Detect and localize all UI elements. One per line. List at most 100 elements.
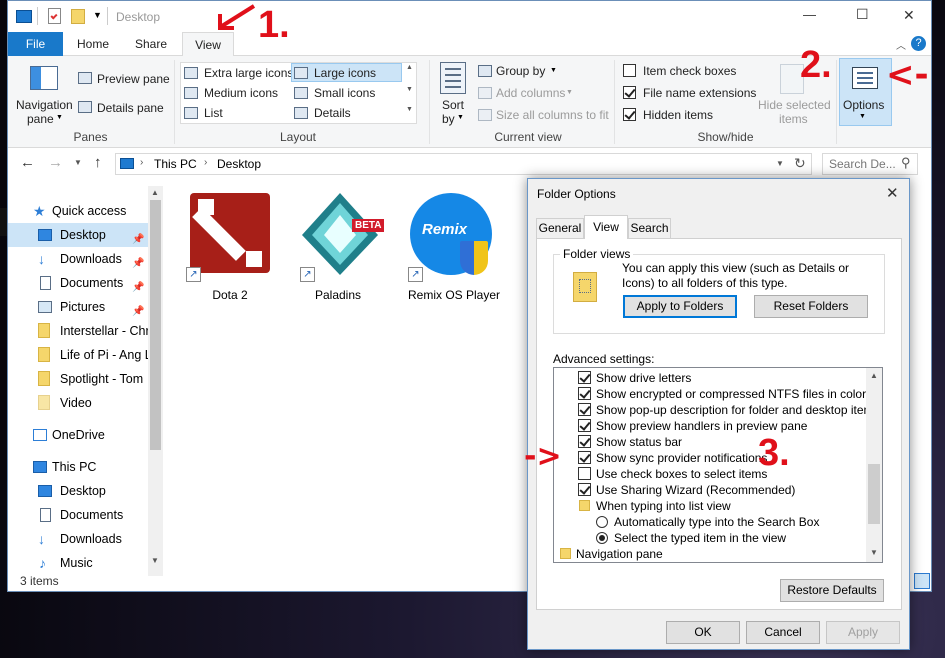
close-button[interactable]: ✕ <box>903 7 915 24</box>
options-icon <box>852 67 878 89</box>
group-by-button[interactable]: Group by <box>496 64 545 78</box>
file-item-remix-os[interactable]: Remix ↗ Remix OS Player <box>396 193 506 303</box>
group-label-layout: Layout <box>279 130 317 144</box>
scroll-down-icon[interactable]: ▼ <box>870 548 878 557</box>
nav-video[interactable]: Video <box>8 391 148 415</box>
forward-arrow-icon[interactable]: → <box>48 154 63 171</box>
preview-pane-icon <box>78 72 92 84</box>
tab-file[interactable]: File <box>8 32 63 56</box>
apply-to-folders-button[interactable]: Apply to Folders <box>623 295 737 318</box>
file-item-dota2[interactable]: ↗ Dota 2 <box>180 193 280 303</box>
group-label-show-hide: Show/hide <box>697 130 754 144</box>
sort-by-button[interactable]: Sort <box>442 98 464 112</box>
nav-this-pc[interactable]: This PC <box>8 455 148 479</box>
hidden-items-checkbox[interactable] <box>623 108 636 121</box>
nav-spotlight[interactable]: Spotlight - Tom <box>8 367 148 391</box>
refresh-icon[interactable]: ↻ <box>794 155 806 172</box>
maximize-button[interactable]: ☐ <box>856 6 869 23</box>
layout-extra-large-icons[interactable]: Extra large icons <box>204 66 293 80</box>
reset-folders-button[interactable]: Reset Folders <box>754 295 868 318</box>
tab-share[interactable]: Share <box>126 32 176 56</box>
advanced-scrollbar[interactable]: ▲ ▼ <box>866 368 882 562</box>
layout-small-icons[interactable]: Small icons <box>314 86 375 100</box>
back-arrow-icon[interactable]: ← <box>20 154 35 171</box>
collapse-ribbon-icon[interactable]: ︿ <box>896 37 906 52</box>
layout-large-icons[interactable]: Large icons <box>314 66 376 80</box>
search-box[interactable]: Search De... ⚲ <box>822 153 918 175</box>
search-input[interactable]: Search De... <box>829 157 896 171</box>
file-item-paladins[interactable]: BETA ↗ Paladins <box>288 193 388 303</box>
help-icon[interactable]: ? <box>911 36 926 51</box>
pin-icon[interactable]: 📌 <box>132 252 144 271</box>
nav-quick-access[interactable]: ★ Quick access <box>8 199 148 223</box>
layout-expand-icon[interactable]: ▼ <box>406 106 413 113</box>
chevron-down-icon: ▼ <box>457 114 464 121</box>
nav-pc-documents[interactable]: Documents <box>8 503 148 527</box>
cancel-button[interactable]: Cancel <box>746 621 820 644</box>
address-bar[interactable]: › This PC › Desktop ▼ ↻ <box>115 153 812 175</box>
paladins-icon <box>302 193 378 275</box>
restore-defaults-button[interactable]: Restore Defaults <box>780 579 884 602</box>
dialog-close-icon[interactable]: ✕ <box>886 184 899 202</box>
nav-life-of-pi[interactable]: Life of Pi - Ang L <box>8 343 148 367</box>
nav-onedrive[interactable]: OneDrive <box>8 423 148 447</box>
nav-documents[interactable]: Documents 📌 <box>8 271 148 295</box>
chevron-down-icon: ▼ <box>859 113 866 120</box>
minimize-button[interactable]: — <box>803 7 816 22</box>
nav-pc-downloads[interactable]: ↓ Downloads <box>8 527 148 551</box>
folder-icon <box>38 347 50 362</box>
item-check-boxes-label: Item check boxes <box>643 64 737 78</box>
nav-scrollbar[interactable]: ▲ ▼ <box>148 186 163 576</box>
ok-button[interactable]: OK <box>666 621 740 644</box>
window-title: Desktop <box>116 10 161 24</box>
nav-pictures[interactable]: Pictures 📌 <box>8 295 148 319</box>
layout-details[interactable]: Details <box>314 106 351 120</box>
layout-scroll-down-icon[interactable]: ▼ <box>406 86 413 93</box>
scroll-up-icon[interactable]: ▲ <box>870 371 878 380</box>
customize-toolbar-icon[interactable]: ▼ <box>93 10 102 20</box>
large-icons-view-icon[interactable] <box>914 573 930 589</box>
breadcrumb-this-pc[interactable]: This PC <box>154 157 197 171</box>
tab-home[interactable]: Home <box>68 32 118 56</box>
chevron-right-icon: › <box>140 157 144 168</box>
file-name-extensions-checkbox[interactable] <box>623 86 636 99</box>
breadcrumb-desktop[interactable]: Desktop <box>217 157 261 171</box>
nav-pc-music[interactable]: ♪ Music <box>8 551 148 575</box>
nav-pc-desktop[interactable]: Desktop <box>8 479 148 503</box>
folder-icon <box>38 323 50 338</box>
scroll-down-icon[interactable]: ▼ <box>151 556 159 565</box>
nav-interstellar[interactable]: Interstellar - Chr <box>8 319 148 343</box>
tab-search[interactable]: Search <box>628 218 671 238</box>
layout-scroll-up-icon[interactable]: ▲ <box>406 64 413 71</box>
tab-view[interactable]: View <box>584 215 628 239</box>
scroll-up-icon[interactable]: ▲ <box>151 188 159 197</box>
navigation-pane-button[interactable]: Navigation <box>16 98 73 112</box>
annotation-arrow-2: <- <box>886 55 929 95</box>
details-pane-button[interactable]: Details pane <box>97 101 164 115</box>
item-check-boxes-checkbox[interactable] <box>623 64 636 77</box>
layout-medium-icons[interactable]: Medium icons <box>204 86 278 100</box>
new-folder-icon[interactable] <box>71 9 85 24</box>
up-arrow-icon[interactable]: ↑ <box>94 154 102 171</box>
scroll-thumb[interactable] <box>150 200 161 450</box>
navigation-pane: ★ Quick access Desktop 📌 ↓ Downloads 📌 Doc… <box>8 186 163 576</box>
pin-icon[interactable]: 📌 <box>132 228 144 247</box>
advanced-settings-list[interactable]: Show drive letters Show encrypted or com… <box>553 367 883 563</box>
desktop-icon <box>38 229 52 241</box>
nav-desktop[interactable]: Desktop 📌 <box>8 223 148 247</box>
preview-pane-button[interactable]: Preview pane <box>97 72 170 86</box>
layout-list[interactable]: List <box>204 106 223 120</box>
address-dropdown-icon[interactable]: ▼ <box>776 159 784 168</box>
tab-view[interactable]: View <box>182 32 234 57</box>
shortcut-arrow-icon: ↗ <box>300 267 315 282</box>
properties-icon[interactable] <box>48 8 61 24</box>
annotation-step-3: 3. <box>758 432 790 474</box>
pin-icon[interactable]: 📌 <box>132 300 144 319</box>
pin-icon[interactable]: 📌 <box>132 276 144 295</box>
tab-general[interactable]: General <box>536 218 584 238</box>
nav-downloads[interactable]: ↓ Downloads 📌 <box>8 247 148 271</box>
recent-locations-icon[interactable]: ▼ <box>74 158 82 167</box>
extra-large-icons-icon <box>184 67 198 79</box>
navigation-pane-icon <box>30 66 58 90</box>
scroll-thumb[interactable] <box>868 464 880 524</box>
